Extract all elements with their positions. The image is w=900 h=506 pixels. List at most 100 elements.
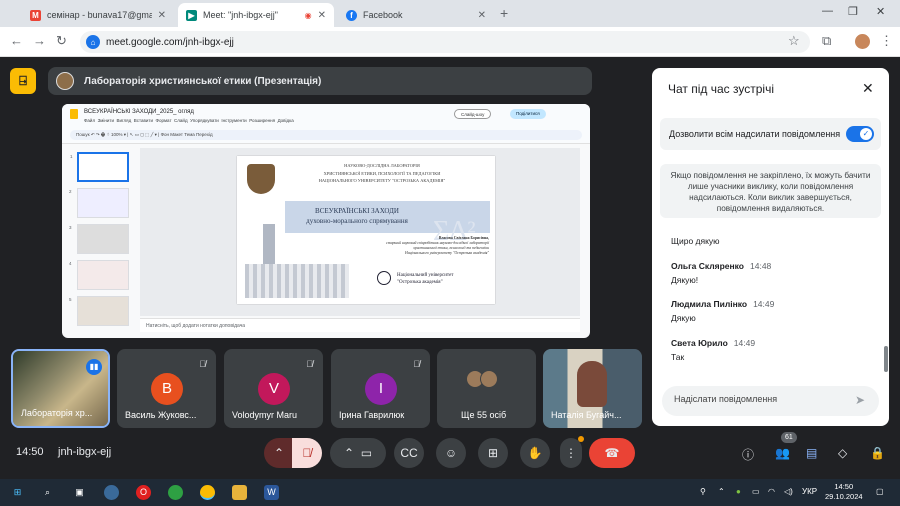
notifications-icon[interactable]: ▢ (876, 487, 884, 496)
extensions-icon[interactable]: ⧉ (822, 34, 831, 48)
slide-thumbnail[interactable]: 1 (70, 152, 129, 182)
participant-tile[interactable]: 🎙̸ V Volodymyr Maru (224, 349, 323, 428)
participant-name: Ірина Гаврилюк (339, 410, 405, 420)
menu-item[interactable]: Розширення (249, 118, 275, 123)
volume-icon[interactable]: ◁) (784, 487, 793, 496)
participant-tile[interactable]: 🎙̸ І Ірина Гаврилюк (331, 349, 430, 428)
tab-gmail[interactable]: M семінар - bunava17@gmail.com ✕ (22, 3, 174, 27)
mic-off-button[interactable]: 🎙̸ (292, 438, 322, 468)
speaker-notes[interactable]: Натисніть, щоб додати нотатки доповідача (140, 318, 580, 332)
app-green-icon[interactable] (168, 485, 183, 500)
menu-item[interactable]: Упорядкувати (190, 118, 219, 123)
presentation-chip[interactable]: Лабораторія християнської етики (Презент… (48, 67, 592, 95)
send-icon[interactable]: ➤ (855, 393, 865, 407)
participant-tile-more[interactable]: Ще 55 осіб (437, 349, 536, 428)
system-clock[interactable]: 14:50 29.10.2024 (825, 482, 863, 502)
slide-subtitle-line: духовно-морального спрямування (306, 217, 408, 225)
audio-options-chevron-icon[interactable]: ⌃ (264, 438, 294, 468)
participant-tile-self[interactable]: ▮▮ Лабораторія хр... (11, 349, 110, 428)
profile-avatar[interactable] (855, 34, 870, 49)
menu-item[interactable]: Змінити (98, 118, 114, 123)
close-tab-icon[interactable]: ✕ (158, 10, 166, 21)
participant-avatar: В (151, 373, 183, 405)
chat-messages: Щиро дякую Ольга Скляренко 14:48 Дякую! Л… (652, 228, 882, 368)
participant-avatar: V (258, 373, 290, 405)
meeting-info-icon[interactable]: ⓘ (742, 446, 754, 463)
close-tab-icon[interactable]: ✕ (478, 10, 486, 21)
tab-title: Meet: "jnh-ibgx-ejj" (203, 10, 278, 20)
tab-meet[interactable]: ▶ Meet: "jnh-ibgx-ejj" ◉ ✕ (178, 3, 334, 27)
captions-button[interactable]: CC (394, 438, 424, 468)
more-options-button[interactable]: ⋮ (560, 438, 582, 468)
forward-icon[interactable]: → (33, 34, 46, 48)
recording-dot-icon: ◉ (304, 10, 312, 20)
present-screen-button[interactable]: ⊞ (478, 438, 508, 468)
menu-item[interactable]: Вставити (134, 118, 153, 123)
slide-thumbnail[interactable]: 3 (69, 224, 129, 254)
app-icon[interactable] (104, 485, 119, 500)
chat-input[interactable] (674, 394, 844, 404)
back-icon[interactable]: ← (10, 34, 23, 48)
word-icon[interactable]: W (264, 485, 279, 500)
minimize-icon[interactable]: — (822, 5, 833, 17)
chat-message-text: Щиро дякую (671, 236, 720, 246)
menu-item[interactable]: Вигляд (117, 118, 132, 123)
search-icon[interactable]: ⌕ (40, 485, 55, 500)
slideshow-button[interactable]: Слайд-шоу (454, 109, 492, 119)
close-tab-icon[interactable]: ✕ (318, 10, 326, 21)
reload-icon[interactable]: ↻ (56, 34, 67, 48)
windows-start-icon[interactable]: ⊞ (10, 485, 25, 500)
menu-item[interactable]: Файл (84, 118, 95, 123)
battery-icon[interactable]: ▭ (752, 487, 760, 496)
share-button[interactable]: Поділитися (510, 109, 546, 119)
current-slide[interactable]: НАУКОВО-ДОСЛІДНА ЛАБОРАТОРІЯ ХРИСТИЯНСЬК… (237, 156, 495, 304)
meet-activities-icon[interactable]: ⍈ (10, 68, 36, 94)
site-info-icon[interactable]: ⌂ (86, 35, 100, 49)
meet-icon: ▶ (186, 9, 197, 21)
input-language[interactable]: УКР (802, 487, 817, 496)
slide-thumbnail[interactable]: 4 (69, 260, 129, 290)
leave-call-button[interactable]: ☎ (589, 438, 635, 468)
file-explorer-icon[interactable] (232, 485, 247, 500)
reactions-button[interactable]: ☺ (436, 438, 466, 468)
people-icon[interactable]: 👥 (775, 446, 790, 460)
participant-face (577, 361, 607, 407)
close-window-icon[interactable]: ✕ (876, 5, 885, 18)
activities-icon[interactable]: ◇ (838, 446, 847, 460)
wifi-icon[interactable]: ◠ (768, 487, 775, 496)
camera-button[interactable]: ⌃ ▭ (330, 438, 386, 468)
task-view-icon[interactable]: ▣ (72, 485, 87, 500)
raise-hand-button[interactable]: ✋ (520, 438, 550, 468)
close-icon[interactable]: ✕ (862, 80, 874, 97)
slide-thumbnail[interactable]: 2 (69, 188, 129, 218)
tab-title: Facebook (363, 10, 403, 20)
participant-tile[interactable]: Наталія Бугайч... (543, 349, 642, 428)
chat-icon[interactable]: ▤ (806, 446, 817, 460)
tab-facebook[interactable]: f Facebook ✕ (338, 3, 494, 27)
speaking-indicator-icon: ▮▮ (86, 359, 102, 375)
slide-thumbnail[interactable]: 5 (69, 296, 129, 326)
bookmark-star-icon[interactable]: ☆ (788, 34, 800, 48)
people-tray-icon[interactable]: ⚲ (700, 487, 706, 496)
menu-item[interactable]: Інструменти (221, 118, 246, 123)
menu-kebab-icon[interactable]: ⋮ (880, 34, 893, 48)
chat-message-text: Дякую (671, 313, 696, 323)
menu-item[interactable]: Довідка (278, 118, 294, 123)
chat-scrollbar[interactable] (884, 346, 888, 372)
chrome-icon[interactable] (200, 485, 215, 500)
tray-app-icon[interactable]: ● (736, 487, 741, 496)
menu-item[interactable]: Слайд (174, 118, 188, 123)
allow-messages-toggle[interactable]: ✓ (846, 126, 874, 142)
new-tab-icon[interactable]: + (500, 5, 508, 21)
address-bar[interactable]: ⌂ meet.google.com/jnh-ibgx-ejj (80, 31, 810, 53)
restore-icon[interactable]: ❐ (848, 5, 858, 18)
host-controls-icon[interactable]: 🔒 (870, 446, 885, 460)
slides-toolbar[interactable]: Пошук ↶ ↷ 🖶 ⌖ 100% ▾ | ↖ ▭ ◻ ⬚ ╱ ▾ | Фон… (70, 130, 582, 140)
opera-icon[interactable]: O (136, 485, 151, 500)
slide-title-line: ВСЕУКРАЇНСЬКІ ЗАХОДИ (315, 207, 399, 215)
participant-tile[interactable]: 🎙̸ В Василь Жуковс... (117, 349, 216, 428)
chat-panel: Чат під час зустрічі ✕ Дозволити всім на… (652, 68, 889, 426)
participants-count-badge: 61 (781, 432, 797, 443)
chevron-up-icon[interactable]: ⌃ (718, 487, 725, 496)
menu-item[interactable]: Формат (156, 118, 172, 123)
